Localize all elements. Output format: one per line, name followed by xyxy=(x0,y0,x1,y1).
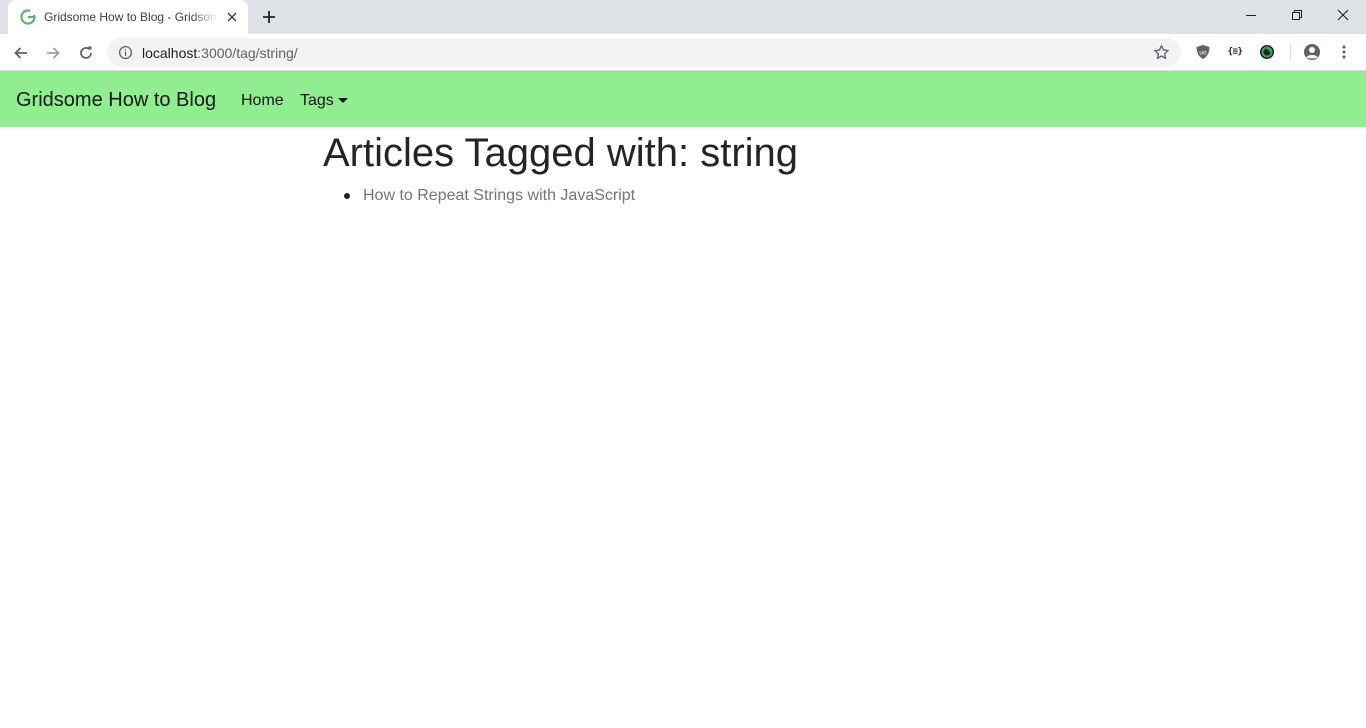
profile-icon xyxy=(1304,44,1320,60)
navbar-brand[interactable]: Gridsome How to Blog xyxy=(16,88,216,112)
arrow-left-icon xyxy=(14,47,27,59)
page-title: Articles Tagged with: string xyxy=(323,131,799,175)
restore-button[interactable] xyxy=(1274,0,1320,30)
list-item: How to Repeat Strings with JavaScript xyxy=(323,184,635,208)
url-path: :3000/tag/string/ xyxy=(197,45,298,61)
arrow-right-icon xyxy=(47,47,60,59)
reload-icon xyxy=(80,46,92,59)
bullet-icon xyxy=(344,193,350,199)
article-link[interactable]: How to Repeat Strings with JavaScript xyxy=(363,187,635,204)
star-icon[interactable] xyxy=(1153,44,1170,61)
back-button[interactable] xyxy=(9,41,33,65)
caret-down-icon xyxy=(337,98,348,103)
url-host: localhost xyxy=(142,45,198,61)
ublock-extension-button[interactable]: uo xyxy=(1194,43,1212,61)
kebab-menu-icon xyxy=(1342,45,1346,59)
gridsome-favicon-icon xyxy=(20,9,36,25)
tab-strip: Gridsome How to Blog - Gridsome xyxy=(0,0,1366,34)
nav-dropdown-tags[interactable]: Tags xyxy=(300,91,348,110)
extension-button[interactable] xyxy=(1258,43,1276,61)
svg-text:uo: uo xyxy=(1199,50,1207,57)
plus-icon[interactable] xyxy=(260,8,278,26)
toolbar-separator xyxy=(1290,44,1291,61)
reload-button[interactable] xyxy=(74,41,98,65)
shield-icon: uo xyxy=(1196,45,1210,59)
minimize-button[interactable] xyxy=(1228,0,1274,30)
nav-link-tags-label: Tags xyxy=(300,92,334,109)
nav-link-home[interactable]: Home xyxy=(241,91,284,110)
url-text: localhost:3000/tag/string/ xyxy=(142,45,298,61)
window-close-icon xyxy=(1337,9,1349,21)
site-navbar: Gridsome How to Blog Home Tags xyxy=(0,71,1366,127)
address-bar[interactable]: localhost:3000/tag/string/ xyxy=(107,38,1181,67)
browser-tab[interactable]: Gridsome How to Blog - Gridsome xyxy=(8,0,248,34)
minimize-icon xyxy=(1246,15,1256,16)
json-viewer-extension-button[interactable]: {≡} xyxy=(1226,43,1244,61)
article-list: How to Repeat Strings with JavaScript xyxy=(323,184,635,208)
close-icon[interactable] xyxy=(224,9,240,25)
tab-title: Gridsome How to Blog - Gridsome xyxy=(44,10,218,24)
info-icon[interactable] xyxy=(118,45,133,60)
browser-toolbar: localhost:3000/tag/string/ uo {≡} xyxy=(0,34,1366,71)
restore-icon xyxy=(1292,10,1302,20)
window-close-button[interactable] xyxy=(1320,0,1366,30)
json-icon: {≡} xyxy=(1227,47,1243,57)
profile-button[interactable] xyxy=(1303,43,1321,61)
forward-button[interactable] xyxy=(41,41,65,65)
extension-icon xyxy=(1260,45,1274,59)
menu-button[interactable] xyxy=(1335,43,1353,61)
